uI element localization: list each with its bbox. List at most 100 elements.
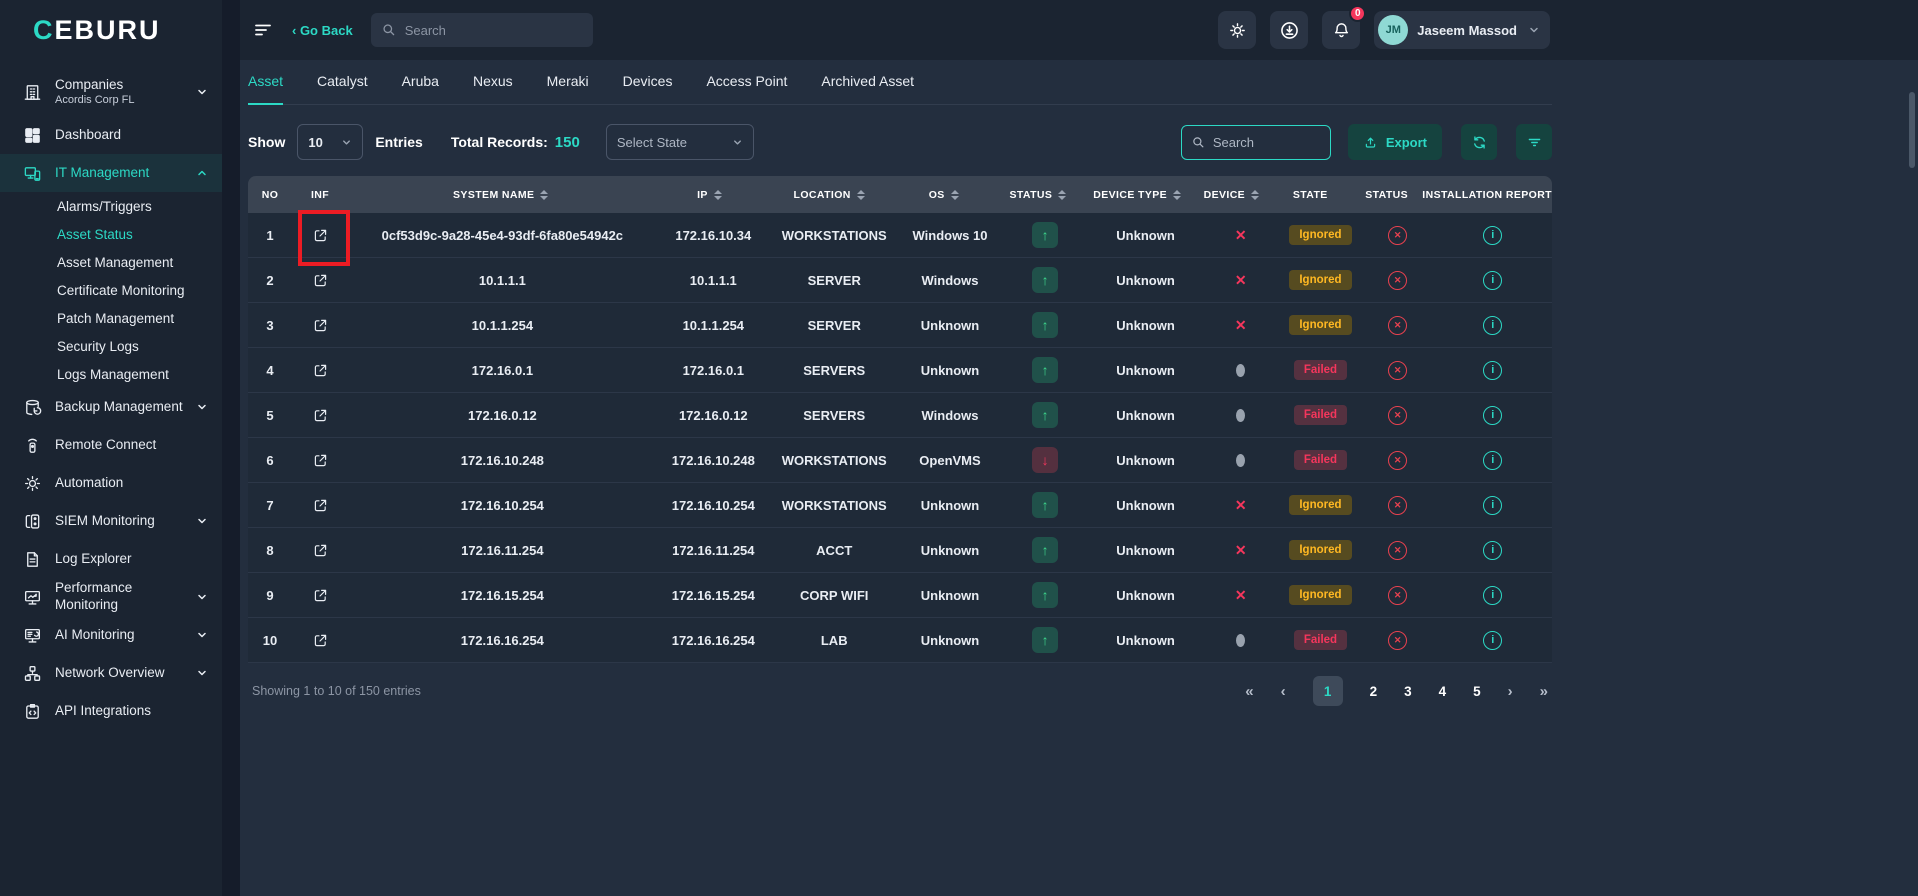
agent-download-button[interactable]: [1270, 11, 1309, 49]
table-search: [1180, 124, 1331, 160]
user-name: Jaseem Massod: [1417, 22, 1517, 38]
logo-rest: EBURU: [54, 14, 161, 45]
tab-archived-asset[interactable]: Archived Asset: [821, 73, 914, 89]
installation-report-info-icon[interactable]: i: [1483, 630, 1503, 650]
status-error-icon: ✕: [1388, 270, 1408, 290]
cell-ip: 172.16.10.34: [675, 227, 752, 243]
menu-toggle-icon[interactable]: [248, 16, 278, 44]
page-button-3[interactable]: 3: [1404, 684, 1412, 699]
column-header-device-type[interactable]: DEVICE TYPE: [1081, 189, 1193, 201]
global-search-input[interactable]: [404, 22, 583, 38]
installation-report-info-icon[interactable]: i: [1483, 495, 1503, 515]
page-button-4[interactable]: 4: [1439, 684, 1447, 699]
export-button[interactable]: Export: [1347, 124, 1442, 160]
cell-location: ACCT: [816, 542, 853, 558]
sidebar-item-backup-management[interactable]: Backup Management: [0, 388, 222, 426]
sidebar-item-it-management[interactable]: IT Management: [0, 154, 222, 192]
sidebar-item-network-overview[interactable]: Network Overview: [0, 654, 222, 692]
inf-external-link-button[interactable]: [312, 407, 329, 424]
column-header-status[interactable]: STATUS: [995, 189, 1082, 201]
inf-external-link-button[interactable]: [297, 209, 350, 266]
page-button-1[interactable]: 1: [1312, 676, 1343, 706]
user-profile-menu[interactable]: JM Jaseem Massod: [1374, 11, 1550, 49]
cell-ip: 172.16.0.1: [682, 362, 745, 378]
first-page-icon[interactable]: «: [1245, 683, 1253, 700]
filter-button[interactable]: [1516, 124, 1552, 160]
installation-report-info-icon[interactable]: i: [1483, 360, 1503, 380]
sidebar-item-label: Remote Connect: [55, 436, 157, 452]
page-button-5[interactable]: 5: [1473, 684, 1481, 699]
cell-no: 1: [266, 227, 274, 243]
network-icon: [22, 663, 42, 683]
column-header-device[interactable]: DEVICE: [1193, 189, 1269, 201]
sidebar-item-log-explorer[interactable]: Log Explorer: [0, 540, 222, 578]
chevron-down-icon: [196, 667, 208, 679]
sidebar-item-remote-connect[interactable]: Remote Connect: [0, 426, 222, 464]
installation-report-info-icon[interactable]: i: [1483, 405, 1503, 425]
next-page-icon[interactable]: ›: [1508, 683, 1513, 700]
theme-toggle-button[interactable]: [1218, 11, 1257, 49]
inf-external-link-button[interactable]: [312, 317, 329, 334]
sidebar-subitem-label: Certificate Monitoring: [57, 282, 185, 298]
cell-ip: 172.16.11.254: [672, 542, 755, 558]
go-back-link[interactable]: ‹ Go Back: [292, 23, 353, 38]
installation-report-info-icon[interactable]: i: [1483, 315, 1503, 335]
sidebar-item-dashboard[interactable]: Dashboard: [0, 116, 222, 154]
installation-report-info-icon[interactable]: i: [1483, 585, 1503, 605]
gear-icon: [22, 473, 42, 493]
ceburu-logo[interactable]: CEBURU: [33, 15, 161, 46]
sort-icon: [1058, 189, 1067, 200]
inf-external-link-button[interactable]: [312, 632, 329, 649]
installation-report-info-icon[interactable]: i: [1483, 540, 1503, 560]
sidebar-item-siem-monitoring[interactable]: SIEM Monitoring: [0, 502, 222, 540]
column-header-os[interactable]: OS: [893, 189, 995, 201]
inf-external-link-button[interactable]: [312, 497, 329, 514]
cell-device-type: Unknown: [1116, 227, 1175, 243]
column-header-location[interactable]: LOCATION: [765, 189, 892, 201]
inf-external-link-button[interactable]: [312, 542, 329, 559]
sidebar-item-performance-monitoring[interactable]: Performance Monitoring: [0, 578, 222, 616]
chevron-down-icon: [341, 137, 352, 148]
tab-meraki[interactable]: Meraki: [547, 73, 589, 89]
sidebar-subitem-logs-management[interactable]: Logs Management: [0, 360, 222, 388]
tab-catalyst[interactable]: Catalyst: [317, 73, 368, 89]
tab-asset[interactable]: Asset: [248, 73, 284, 105]
sidebar-item-api-integrations[interactable]: API Integrations: [0, 692, 222, 730]
page-button-2[interactable]: 2: [1370, 684, 1378, 699]
installation-report-info-icon[interactable]: i: [1483, 225, 1503, 245]
cell-no: 9: [266, 587, 274, 603]
inf-external-link-button[interactable]: [312, 452, 329, 469]
sidebar-subitem-asset-management[interactable]: Asset Management: [0, 248, 222, 276]
installation-report-info-icon[interactable]: i: [1483, 270, 1503, 290]
sidebar-subitem-certificate-monitoring[interactable]: Certificate Monitoring: [0, 276, 222, 304]
sidebar-subitem-security-logs[interactable]: Security Logs: [0, 332, 222, 360]
state-filter-select[interactable]: Select State: [605, 124, 754, 160]
column-header-label: STATUS: [1365, 188, 1409, 201]
tab-access-point[interactable]: Access Point: [706, 73, 787, 89]
tab-devices[interactable]: Devices: [623, 73, 673, 89]
column-header-ip[interactable]: IP: [653, 189, 765, 201]
inf-external-link-button[interactable]: [312, 272, 329, 289]
sidebar-subitem-asset-status[interactable]: Asset Status: [0, 220, 222, 248]
prev-page-icon[interactable]: ‹: [1281, 683, 1286, 700]
inf-external-link-button[interactable]: [312, 362, 329, 379]
cell-device-type: Unknown: [1116, 317, 1175, 333]
installation-report-info-icon[interactable]: i: [1483, 450, 1503, 470]
tab-aruba[interactable]: Aruba: [402, 73, 439, 89]
last-page-icon[interactable]: »: [1540, 683, 1548, 700]
sidebar-item-automation[interactable]: Automation: [0, 464, 222, 502]
sidebar-subitem-patch-management[interactable]: Patch Management: [0, 304, 222, 332]
sidebar-subitem-alarms-triggers[interactable]: Alarms/Triggers: [0, 192, 222, 220]
status-error-icon: ✕: [1388, 585, 1408, 605]
sidebar-item-ai-monitoring[interactable]: AI Monitoring: [0, 616, 222, 654]
column-header-system-name[interactable]: SYSTEM NAME: [348, 189, 653, 201]
page-scrollbar-thumb[interactable]: [1909, 92, 1915, 168]
tab-nexus[interactable]: Nexus: [473, 73, 513, 89]
table-search-input[interactable]: [1212, 134, 1321, 150]
inf-external-link-button[interactable]: [312, 587, 329, 604]
refresh-button[interactable]: [1461, 124, 1497, 160]
page-size-select[interactable]: 10: [297, 124, 364, 160]
total-records-label: Total Records:: [450, 134, 548, 150]
notifications-button[interactable]: 0: [1322, 5, 1367, 49]
sidebar-item-companies[interactable]: Companies Acordis Corp FL: [0, 68, 222, 116]
